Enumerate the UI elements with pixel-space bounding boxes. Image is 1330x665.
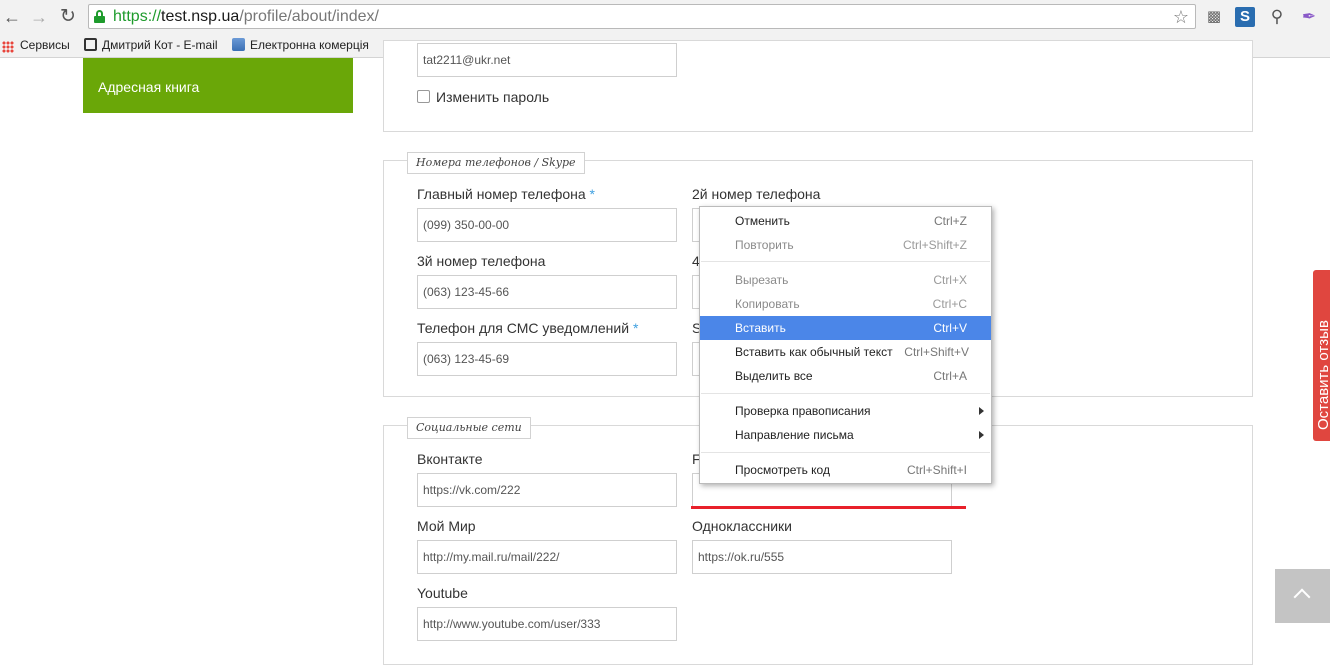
odnoklassniki-label: Одноклассники bbox=[692, 518, 793, 534]
menu-item-inspect[interactable]: Просмотреть код Ctrl+Shift+I bbox=[700, 458, 991, 482]
change-password-label: Изменить пароль bbox=[436, 89, 550, 105]
url-text: https://test.nsp.ua/profile/about/index/ bbox=[113, 8, 379, 25]
vk-label: Вконтакте bbox=[417, 451, 483, 467]
bookmarks-overlay bbox=[0, 33, 1330, 58]
extension-icon[interactable]: ▩ bbox=[1203, 6, 1225, 28]
phones-legend: Номера телефонов / Skype bbox=[407, 152, 585, 174]
menu-item-redo[interactable]: Повторить Ctrl+Shift+Z bbox=[700, 233, 991, 257]
feather-icon[interactable]: ✒ bbox=[1298, 6, 1320, 28]
menu-item-spellcheck[interactable]: Проверка правописания bbox=[700, 399, 991, 423]
submenu-arrow-icon bbox=[979, 407, 984, 415]
menu-item-cut[interactable]: Вырезать Ctrl+X bbox=[700, 268, 991, 292]
menu-item-select-all[interactable]: Выделить все Ctrl+A bbox=[700, 364, 991, 388]
reload-icon[interactable]: ↻ bbox=[57, 6, 79, 28]
scroll-top-button[interactable] bbox=[1275, 569, 1330, 623]
sms-phone-label: Телефон для СМС уведомлений * bbox=[417, 320, 639, 336]
bookmark-star-icon[interactable]: ☆ bbox=[1173, 5, 1189, 29]
menu-item-undo[interactable]: Отменить Ctrl+Z bbox=[700, 209, 991, 233]
search-icon[interactable]: ⚲ bbox=[1266, 6, 1288, 28]
spellcheck-underline bbox=[691, 506, 966, 509]
menu-separator bbox=[701, 452, 990, 453]
chevron-up-icon bbox=[1293, 588, 1311, 606]
mymir-input[interactable]: http://my.mail.ru/mail/222/ bbox=[417, 540, 677, 574]
menu-item-paste[interactable]: Вставить Ctrl+V bbox=[700, 316, 991, 340]
context-menu: Отменить Ctrl+Z Повторить Ctrl+Shift+Z Выр… bbox=[699, 206, 992, 484]
youtube-input[interactable]: http://www.youtube.com/user/333 bbox=[417, 607, 677, 641]
main-phone-input[interactable]: (099) 350-00-00 bbox=[417, 208, 677, 242]
menu-item-writing-direction[interactable]: Направление письма bbox=[700, 423, 991, 447]
odnoklassniki-input[interactable]: https://ok.ru/555 bbox=[692, 540, 952, 574]
mymir-label: Мой Мир bbox=[417, 518, 476, 534]
third-phone-input[interactable]: (063) 123-45-66 bbox=[417, 275, 677, 309]
address-bar[interactable]: https://test.nsp.ua/profile/about/index/… bbox=[88, 4, 1196, 29]
back-arrow-icon[interactable]: ← bbox=[1, 6, 23, 28]
third-phone-label: 3й номер телефона bbox=[417, 253, 546, 269]
lock-icon bbox=[94, 10, 105, 23]
youtube-label: Youtube bbox=[417, 585, 468, 601]
vk-input[interactable]: https://vk.com/222 bbox=[417, 473, 677, 507]
feedback-tab[interactable]: Оставить отзыв bbox=[1313, 270, 1330, 441]
menu-item-copy[interactable]: Копировать Ctrl+C bbox=[700, 292, 991, 316]
change-password-checkbox[interactable] bbox=[417, 90, 430, 103]
menu-separator bbox=[701, 261, 990, 262]
menu-separator bbox=[701, 393, 990, 394]
browser-toolbar: ← → ↻ https://test.nsp.ua/profile/about/… bbox=[0, 0, 1330, 33]
second-phone-label: 2й номер телефона bbox=[692, 186, 821, 202]
forward-arrow-icon[interactable]: → bbox=[28, 6, 50, 28]
sidebar-item-address-book[interactable]: Адресная книга bbox=[83, 58, 353, 113]
sms-phone-input[interactable]: (063) 123-45-69 bbox=[417, 342, 677, 376]
main-phone-label: Главный номер телефона * bbox=[417, 186, 595, 202]
submenu-arrow-icon bbox=[979, 431, 984, 439]
menu-item-paste-plain[interactable]: Вставить как обычный текст Ctrl+Shift+V bbox=[700, 340, 991, 364]
s-extension-icon[interactable]: S bbox=[1235, 7, 1255, 27]
social-legend: Социальные сети bbox=[407, 417, 531, 439]
